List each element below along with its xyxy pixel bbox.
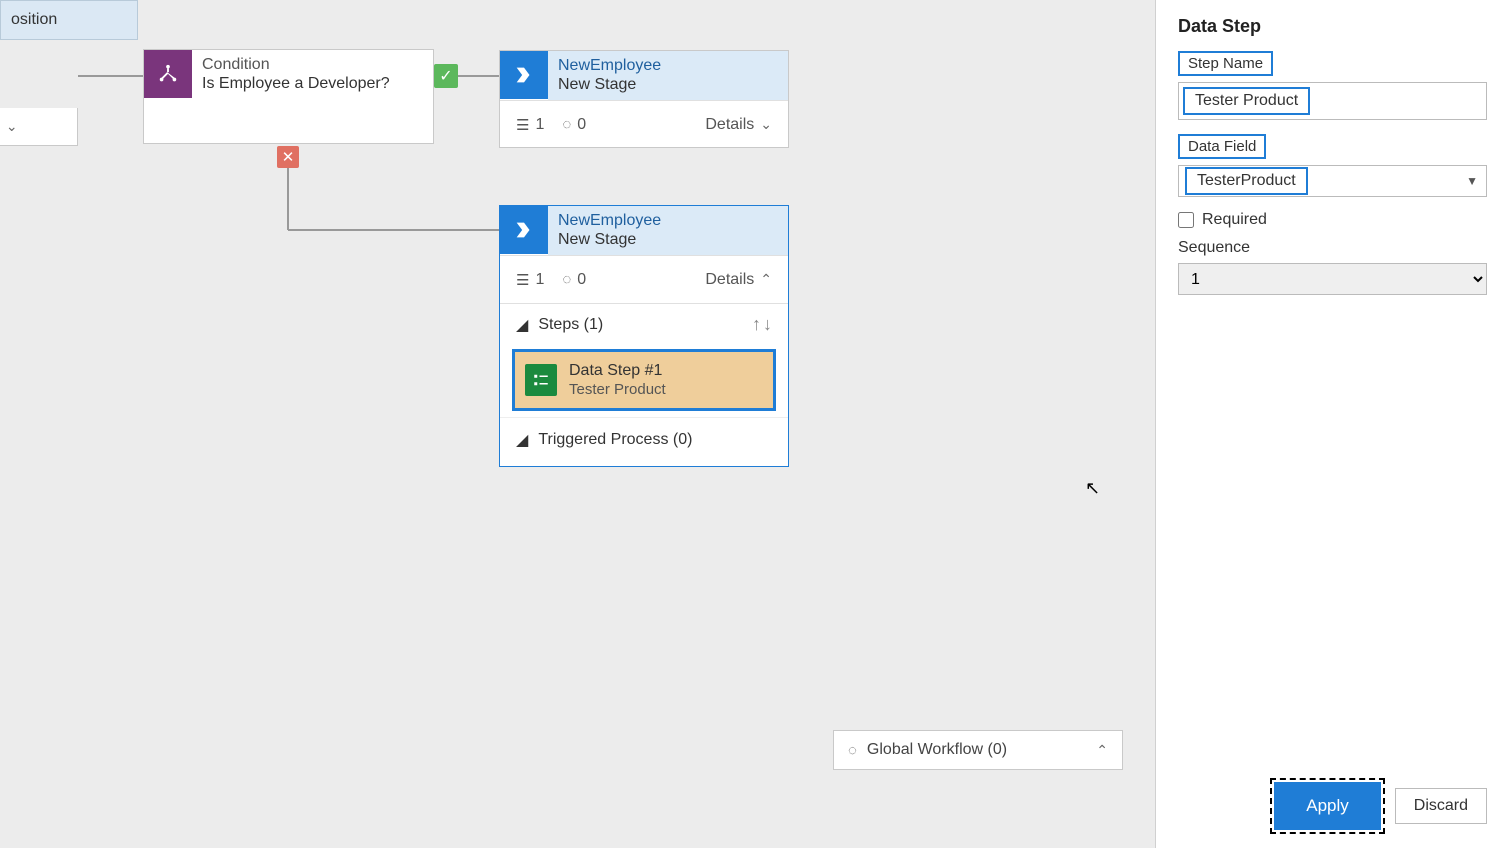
- triggered-label: Triggered Process (0): [538, 431, 692, 449]
- steps-section-header[interactable]: ◢ Steps (1) ↑ ↓: [500, 303, 788, 345]
- condition-no-badge: ✕: [277, 146, 299, 168]
- step-name-field-wrap: Tester Product: [1178, 82, 1487, 120]
- stage-name: New Stage: [558, 231, 778, 249]
- condition-node[interactable]: Condition Is Employee a Developer?: [143, 49, 434, 144]
- step-title: Data Step #1: [569, 362, 666, 380]
- data-field-value: TesterProduct: [1185, 167, 1308, 195]
- discard-button[interactable]: Discard: [1395, 788, 1487, 824]
- partial-title: osition: [11, 11, 57, 29]
- condition-icon: [144, 50, 192, 98]
- steps-count-icon: ☰: [516, 116, 529, 134]
- stage-entity: NewEmployee: [558, 57, 778, 75]
- dropdown-caret-icon: ▼: [1466, 174, 1478, 188]
- steps-count: 1: [535, 271, 544, 289]
- workflow-canvas[interactable]: osition Details ⌄ Condition Is Employee …: [0, 0, 1155, 848]
- workflow-count: 0: [577, 116, 586, 134]
- data-step-item-selected[interactable]: Data Step #1 Tester Product: [512, 349, 776, 411]
- workflow-count-icon: ◌: [562, 116, 571, 133]
- panel-title: Data Step: [1178, 16, 1487, 37]
- step-subtitle: Tester Product: [569, 381, 666, 398]
- steps-count: 1: [535, 116, 544, 134]
- global-workflow-bar[interactable]: ◌ Global Workflow (0) ⌃: [833, 730, 1123, 770]
- stage-icon: [500, 206, 548, 254]
- triggered-process-section[interactable]: ◢ Triggered Process (0): [500, 417, 788, 461]
- data-field-select[interactable]: TesterProduct ▼: [1178, 165, 1487, 197]
- global-workflow-label: Global Workflow (0): [867, 741, 1007, 759]
- condition-type-label: Condition: [202, 56, 390, 74]
- details-label: Details: [705, 271, 754, 289]
- chevron-down-icon: ⌄: [6, 118, 18, 135]
- properties-panel: Data Step Step Name Tester Product Data …: [1155, 0, 1509, 848]
- details-label: Details: [705, 116, 754, 134]
- data-field-label: Data Field: [1178, 134, 1266, 159]
- move-down-icon[interactable]: ↓: [763, 314, 772, 335]
- details-toggle-collapsed[interactable]: Details ⌄: [705, 116, 772, 134]
- move-up-icon[interactable]: ↑: [752, 314, 761, 335]
- partial-details-toggle[interactable]: Details ⌄: [0, 108, 78, 146]
- chevron-up-icon: ⌃: [1096, 742, 1108, 759]
- workflow-count: 0: [577, 271, 586, 289]
- step-name-input[interactable]: Tester Product: [1183, 87, 1310, 115]
- apply-highlight: Apply: [1274, 782, 1381, 830]
- apply-button[interactable]: Apply: [1277, 785, 1378, 827]
- sequence-select[interactable]: 1: [1178, 263, 1487, 295]
- steps-count-icon: ☰: [516, 271, 529, 289]
- condition-question: Is Employee a Developer?: [202, 75, 390, 93]
- workflow-icon: ◌: [848, 742, 857, 759]
- chevron-down-icon: ⌄: [760, 116, 772, 133]
- partial-stage-node[interactable]: osition: [0, 0, 138, 40]
- workflow-count-icon: ◌: [562, 271, 571, 288]
- steps-label: Steps (1): [538, 316, 603, 334]
- chevron-up-icon: ⌃: [760, 271, 772, 288]
- condition-yes-badge: ✓: [434, 64, 458, 88]
- stage-name: New Stage: [558, 76, 778, 94]
- stage-node-expanded[interactable]: NewEmployee New Stage ☰ 1 ◌ 0 Details ⌃ ◢ …: [499, 205, 789, 467]
- details-toggle-expanded[interactable]: Details ⌃: [705, 271, 772, 289]
- step-name-label: Step Name: [1178, 51, 1273, 76]
- expand-triangle-icon: ◢: [516, 315, 528, 335]
- required-label: Required: [1202, 211, 1267, 229]
- cursor-icon: ↖: [1085, 478, 1100, 499]
- stage-node-top[interactable]: NewEmployee New Stage ☰ 1 ◌ 0 Details ⌄: [499, 50, 789, 148]
- stage-entity: NewEmployee: [558, 212, 778, 230]
- required-checkbox[interactable]: [1178, 212, 1194, 228]
- data-step-icon: [525, 364, 557, 396]
- sequence-label: Sequence: [1178, 239, 1487, 257]
- expand-triangle-icon: ◢: [516, 430, 528, 450]
- stage-icon: [500, 51, 548, 99]
